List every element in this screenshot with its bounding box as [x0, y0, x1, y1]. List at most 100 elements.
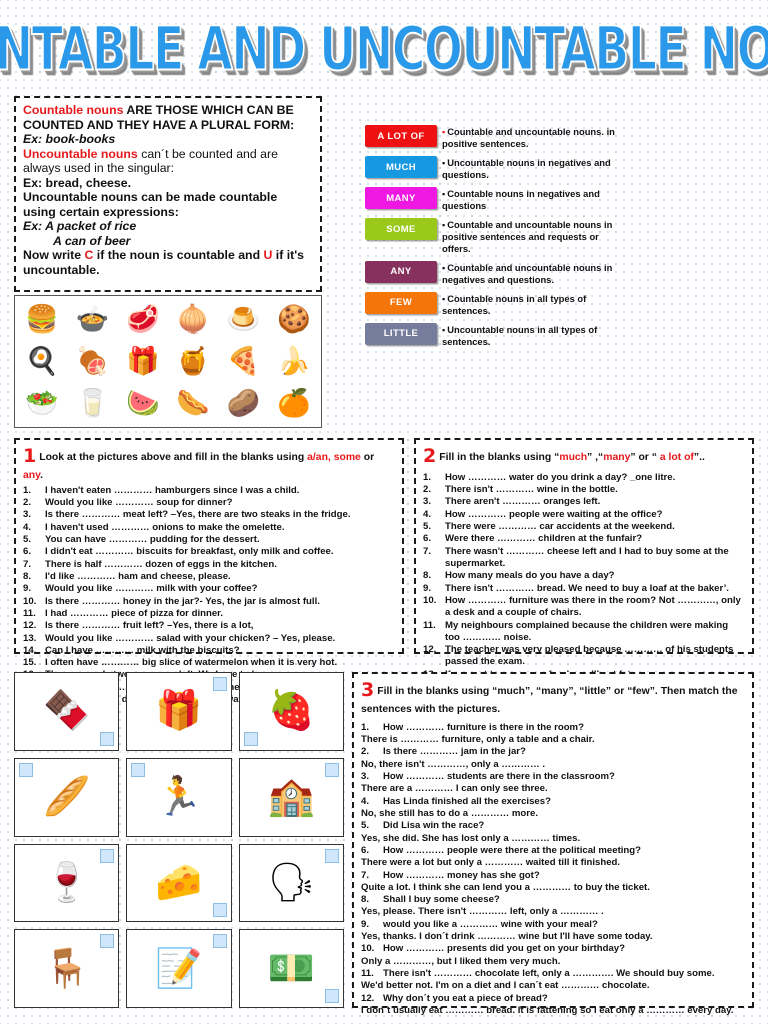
legend-description-text: Countable and uncountable nouns. in posi… — [442, 126, 615, 150]
list-item: 11. I had ………… piece of pizza for dinner. — [23, 608, 395, 620]
exercise-3-answer: There are a ………… I can only see three. — [361, 783, 548, 795]
picture-glyph: 🍫 — [43, 690, 91, 733]
chocolate-bar-picture: 🍫 — [14, 672, 120, 751]
item-number: 3. — [361, 771, 370, 782]
item-text: There wasn't ………… cheese left and I had … — [445, 545, 729, 569]
question-text: How ………… furniture is there in the room? — [383, 721, 584, 733]
item-number: 12. — [361, 992, 375, 1004]
item-text: I had ………… piece of pizza for dinner. — [45, 607, 224, 619]
item-number: 1. — [361, 721, 370, 733]
instruction-part-a: Now write — [23, 248, 85, 262]
item-number: 12. — [423, 644, 437, 656]
legend-description: ▪ Countable nouns in all types of sentenc… — [442, 292, 615, 317]
exercise-3-number: 3 — [361, 679, 375, 701]
match-answer-box[interactable] — [212, 934, 227, 949]
match-answer-box[interactable] — [212, 903, 227, 918]
legend-row: LITTLE ▪ Uncountable nouns in all types of… — [365, 322, 615, 348]
item-text: You can have ………… pudding for the desser… — [45, 534, 260, 545]
item-text: My neighbours complained because the chi… — [445, 619, 729, 643]
exercise-3-box: 3 Fill in the blanks using “much”, “many”… — [352, 672, 754, 1016]
item-number: 9. — [23, 583, 32, 595]
item-text: There is half ………… dozen of eggs in the … — [45, 558, 277, 570]
legend-chip-any: ANY — [365, 260, 437, 283]
match-answer-box[interactable] — [243, 731, 258, 746]
item-number: 4. — [361, 795, 370, 807]
square-bullet-icon: ▪ — [442, 127, 446, 137]
match-answer-box[interactable] — [325, 762, 339, 777]
match-answer-box[interactable] — [131, 762, 146, 777]
list-item: 4. I haven't used ………… onions to make the… — [23, 522, 395, 534]
list-item: 12. The teacher was very pleased because … — [423, 644, 745, 669]
item-number: 4. — [23, 521, 32, 533]
ex2-head-d: ”.. — [693, 452, 705, 463]
list-item: 13. Would you like ………… salad with your c… — [23, 633, 395, 645]
picture-glyph: 📝 — [155, 947, 203, 990]
exercise-2-number: 2 — [423, 445, 437, 467]
item-number: 8. — [23, 570, 32, 582]
exercise-3-answer: Yes, please. There isn't ………… left, only… — [361, 906, 604, 918]
question-text: How ………… presents did you get on your bi… — [383, 943, 625, 955]
item-text: There aren't ………… oranges left. — [445, 496, 601, 508]
list-item: 7. There wasn't ………… cheese left and I ha… — [423, 546, 745, 571]
matching-picture-grid: 🍫 🎁 🍓 🥖 🏃 🏫 🍷 🧀 🗣 🪑 📝 💵 — [14, 672, 344, 1008]
hamburger-icon: 🍔 — [25, 303, 59, 334]
exercise-2-box: 2 Fill in the blanks using “much” ,“many”… — [414, 438, 754, 680]
list-item: 10. How ………… furniture was there in the r… — [423, 595, 745, 620]
question-text: How ………… people were there at the politi… — [383, 844, 642, 856]
match-answer-box[interactable] — [100, 934, 115, 949]
honey-jar-icon: 🍯 — [176, 345, 210, 376]
picture-glyph: 🗣 — [267, 861, 316, 904]
match-answer-box[interactable] — [325, 989, 339, 1003]
match-answer-box[interactable] — [100, 848, 115, 863]
runner-race-picture: 🏃 — [126, 757, 232, 837]
legend-chip-some: SOME — [365, 218, 437, 240]
exercise-3-answer: Only a …………, but I liked them very much. — [361, 955, 561, 967]
match-answer-box[interactable] — [325, 848, 339, 863]
match-answer-box[interactable] — [19, 762, 33, 777]
exercise-3-answer: Quite a lot. I think she can lend you a … — [361, 881, 650, 893]
item-number: 1. — [423, 471, 432, 483]
legend-chip-many: MANY — [365, 187, 437, 209]
list-item: 11. My neighbours complained because the … — [423, 620, 745, 645]
item-text: There were ………… car accidents at the wee… — [445, 521, 675, 532]
exercise-3-question: 12. Why don´t you eat a piece of bread? — [361, 993, 745, 1005]
exercise-3-answer: There were a lot but only a ………… waited … — [361, 857, 621, 869]
item-text: How ………… water do you drink a day? _one … — [445, 471, 676, 483]
list-item: 1. I haven't eaten ………… hamburgers since … — [23, 485, 395, 497]
food-picture-grid: 🍔 🍲 🥩 🧅 🍮 🍪 🍳 🍖 🎁 🍯 🍕 🍌 🥗 🥛 🍉 🌭 🥔 🍊 — [14, 295, 322, 428]
legend-row: FEW ▪ Countable nouns in all types of sent… — [365, 291, 615, 317]
item-number: 6. — [361, 844, 370, 856]
item-text: How many meals do you have a day? — [445, 570, 615, 582]
item-number: 8. — [361, 894, 370, 906]
item-number: 10. — [23, 595, 37, 607]
legend-row: MANY ▪ Countable nouns in negatives and qu… — [365, 187, 615, 212]
exercise-3-answer: No, there isn't …………, only a ………… . — [361, 758, 546, 770]
money-picture: 💵 — [238, 929, 344, 1008]
item-number: 12. — [23, 620, 37, 632]
exercise-2-heading: 2 Fill in the blanks using “much” ,“many”… — [423, 445, 745, 469]
item-number: 7. — [361, 869, 370, 881]
legend-chip-much: MUCH — [365, 156, 437, 178]
legend-row: MUCH ▪ Uncountable nouns in negatives and … — [365, 156, 615, 181]
list-item: 2. Would you like ………… soup for dinner? — [23, 497, 395, 509]
item-number: 2. — [423, 484, 432, 496]
question-text: How ………… students are there in the class… — [383, 771, 615, 782]
ex2-head-keyword-1: much — [559, 452, 588, 463]
ex2-head-a: Fill in the blanks using “ — [439, 452, 560, 463]
theory-example-3: Ex: A packet of rice — [23, 219, 137, 233]
list-item: 7. There is half ………… dozen of eggs in th… — [23, 559, 395, 571]
item-text: Is there ………… fruit left? –Yes, there is… — [45, 620, 254, 632]
milk-carton-icon: 🥛 — [75, 388, 110, 419]
legend-description: ▪ Countable nouns in negatives and questi… — [442, 187, 615, 212]
eggs-icon: 🍳 — [25, 345, 59, 376]
item-number: 11. — [423, 619, 436, 631]
match-answer-box[interactable] — [100, 731, 115, 746]
legend-description-text: Countable nouns in negatives and questio… — [442, 188, 600, 212]
match-answer-box[interactable] — [212, 677, 227, 691]
item-number: 9. — [361, 918, 370, 930]
sausages-icon: 🌭 — [176, 388, 210, 419]
theory-example-1: Ex: book-books — [23, 132, 116, 146]
quantifier-legend: A LOT OF ▪ Countable and uncountable nouns… — [365, 125, 615, 354]
legend-description: ▪ Uncountable nouns in negatives and ques… — [442, 156, 615, 181]
exercise-3-question: 4. Has Linda finished all the exercises? — [361, 796, 745, 808]
